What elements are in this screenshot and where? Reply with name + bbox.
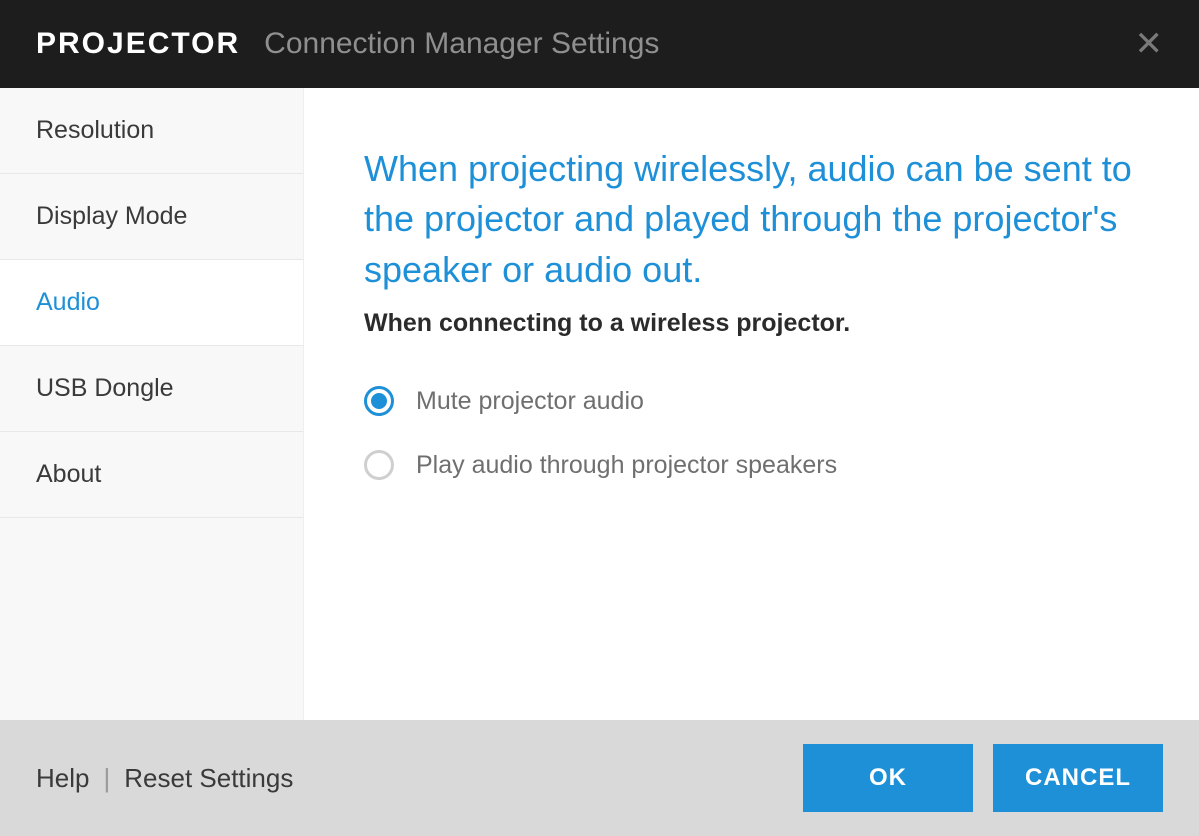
radio-icon	[364, 386, 394, 416]
cancel-button[interactable]: CANCEL	[993, 744, 1163, 812]
audio-radio-group: Mute projector audio Play audio through …	[364, 386, 1139, 480]
sidebar-item-label: USB Dongle	[36, 374, 174, 402]
header-bar: PROJECTOR Connection Manager Settings ✕	[0, 0, 1199, 88]
sidebar-item-label: Audio	[36, 288, 100, 316]
header-brand: PROJECTOR	[36, 27, 240, 61]
sidebar-item-about[interactable]: About	[0, 432, 303, 518]
radio-icon	[364, 450, 394, 480]
sidebar-item-resolution[interactable]: Resolution	[0, 88, 303, 174]
close-icon[interactable]: ✕	[1135, 24, 1164, 64]
page-subtitle: When connecting to a wireless projector.	[364, 309, 1139, 338]
sidebar-item-label: Resolution	[36, 116, 154, 144]
sidebar: Resolution Display Mode Audio USB Dongle…	[0, 88, 304, 720]
sidebar-item-label: About	[36, 460, 101, 488]
sidebar-item-usb-dongle[interactable]: USB Dongle	[0, 346, 303, 432]
reset-settings-link[interactable]: Reset Settings	[124, 763, 293, 794]
body-area: Resolution Display Mode Audio USB Dongle…	[0, 88, 1199, 720]
radio-option-play[interactable]: Play audio through projector speakers	[364, 450, 1139, 480]
sidebar-item-label: Display Mode	[36, 202, 187, 230]
sidebar-item-audio[interactable]: Audio	[0, 260, 303, 346]
footer-separator: |	[103, 763, 110, 794]
footer-right: OK CANCEL	[803, 744, 1163, 812]
main-content: When projecting wirelessly, audio can be…	[304, 88, 1199, 720]
help-link[interactable]: Help	[36, 763, 89, 794]
ok-button[interactable]: OK	[803, 744, 973, 812]
page-intro: When projecting wirelessly, audio can be…	[364, 144, 1139, 295]
sidebar-item-display-mode[interactable]: Display Mode	[0, 174, 303, 260]
header-subtitle: Connection Manager Settings	[264, 27, 659, 61]
radio-dot-icon	[371, 393, 387, 409]
radio-label: Play audio through projector speakers	[416, 451, 837, 480]
radio-option-mute[interactable]: Mute projector audio	[364, 386, 1139, 416]
footer-bar: Help | Reset Settings OK CANCEL	[0, 720, 1199, 836]
radio-label: Mute projector audio	[416, 387, 644, 416]
footer-left: Help | Reset Settings	[36, 763, 293, 794]
